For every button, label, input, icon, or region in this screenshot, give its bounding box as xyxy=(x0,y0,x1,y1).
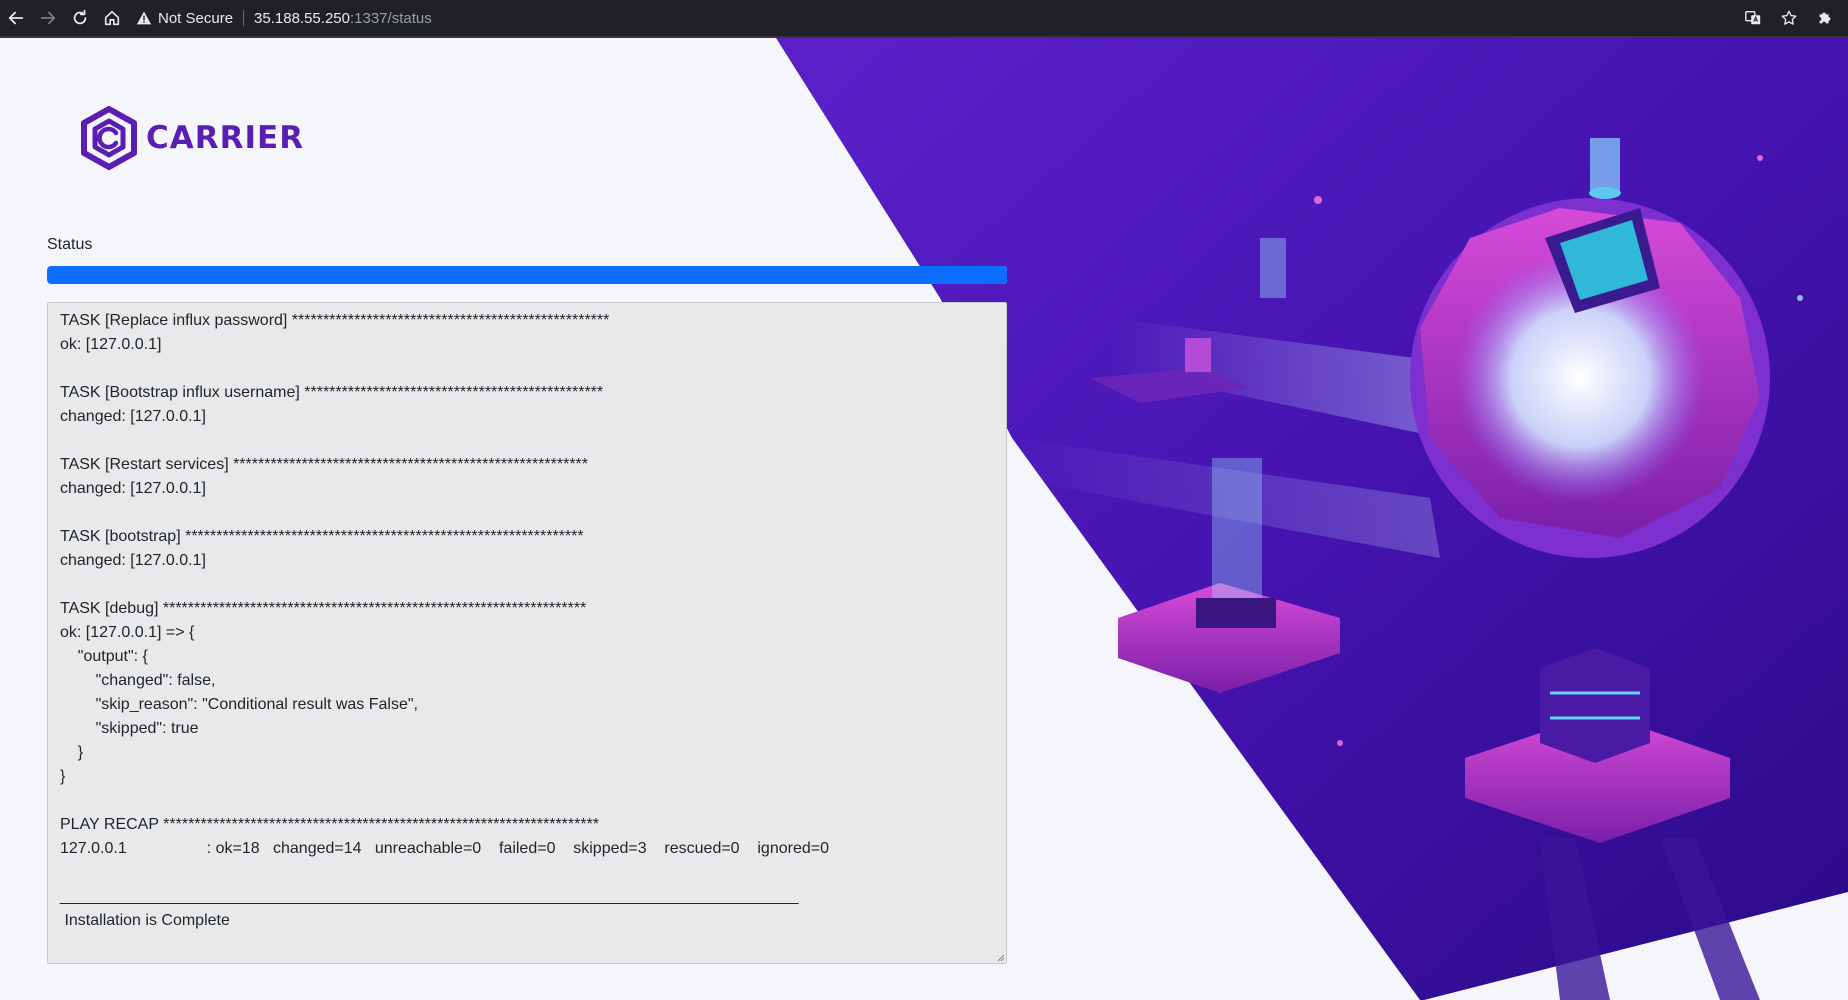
arrow-left-icon xyxy=(8,11,24,25)
browser-toolbar: Not Secure 35.188.55.250:1337/status xyxy=(0,0,1848,38)
home-button[interactable] xyxy=(96,2,128,34)
star-icon xyxy=(1781,10,1797,25)
back-button[interactable] xyxy=(0,2,32,34)
address-bar[interactable]: Not Secure 35.188.55.250:1337/status xyxy=(136,3,1738,33)
bookmark-button[interactable] xyxy=(1774,2,1804,34)
translate-button[interactable] xyxy=(1738,2,1768,34)
installation-log-output[interactable]: TASK [Replace influx password] *********… xyxy=(47,302,1007,964)
resize-grip-icon[interactable] xyxy=(995,952,1005,962)
home-icon xyxy=(104,10,120,26)
progress-bar xyxy=(47,266,1007,284)
url-host: 35.188.55.250 xyxy=(254,9,350,27)
brand-name: CARRIER xyxy=(146,120,305,156)
carrier-hexagon-icon xyxy=(81,106,137,170)
warning-triangle-icon xyxy=(136,11,152,25)
status-label: Status xyxy=(47,236,93,253)
puzzle-icon xyxy=(1819,12,1831,24)
reload-button[interactable] xyxy=(64,2,96,34)
forward-button[interactable] xyxy=(32,2,64,34)
security-label: Not Secure xyxy=(158,9,234,27)
url-path: :1337/status xyxy=(349,9,432,27)
arrow-right-icon xyxy=(40,11,56,25)
carrier-logo: CARRIER xyxy=(80,106,304,170)
status-page: CARRIER Status TASK [Replace influx pass… xyxy=(0,38,1848,1000)
progress-bar-fill xyxy=(47,266,1007,284)
reload-icon xyxy=(73,9,87,25)
translate-icon xyxy=(1745,11,1761,25)
extensions-button[interactable] xyxy=(1810,2,1840,34)
security-indicator[interactable]: Not Secure xyxy=(136,9,245,27)
